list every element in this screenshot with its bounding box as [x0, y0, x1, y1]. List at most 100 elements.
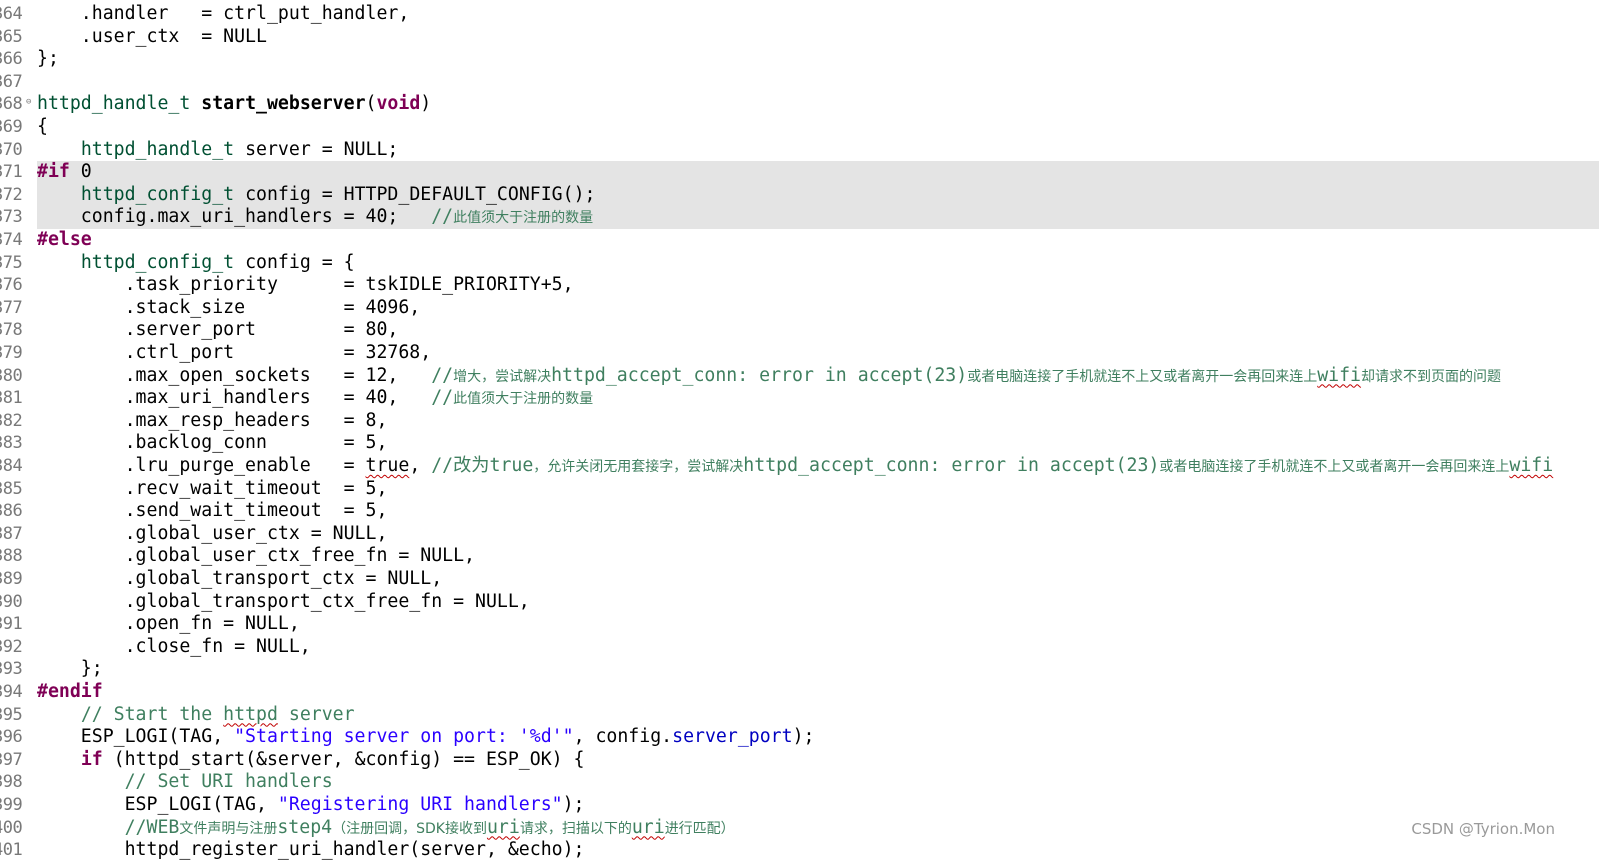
code-line[interactable]: 395 // Start the httpd server [0, 704, 1599, 727]
code-line[interactable]: 394 #endif [0, 681, 1599, 704]
line-number: 365 [0, 26, 23, 47]
code-token: .task_priority = tskIDLE_PRIORITY+5, [37, 274, 574, 296]
code-line[interactable]: 396 ESP_LOGI(TAG, "Starting server on po… [0, 726, 1599, 749]
line-number: 379 [0, 343, 23, 363]
code-line[interactable]: 370 httpd_handle_t server = NULL; [0, 139, 1599, 162]
code-line[interactable]: 372 httpd_config_t config = HTTPD_DEFAUL… [0, 183, 1599, 207]
code-line[interactable]: 371 #if 0 [0, 161, 1599, 184]
code-text: // Start the httpd server [37, 704, 1599, 727]
code-token: }; [37, 658, 103, 680]
code-token: .global_user_ctx = NULL, [37, 522, 388, 544]
code-line[interactable]: 379 .ctrl_port = 32768, [0, 342, 1599, 365]
code-text: .max_resp_headers = 8, [37, 410, 1599, 433]
code-token: config = { [234, 251, 355, 273]
code-text: .backlog_conn = 5, [37, 432, 1599, 455]
code-token: .user_ctx = NULL [37, 25, 267, 47]
code-line[interactable]: 373 config.max_uri_handlers = 40; //此值须大… [0, 206, 1599, 229]
code-line[interactable]: 365 .user_ctx = NULL [0, 26, 1599, 49]
code-line[interactable]: 364 .handler = ctrl_put_handler, [0, 3, 1599, 26]
line-number: 394 [0, 682, 23, 702]
code-text: .close_fn = NULL, [37, 636, 1599, 659]
code-token: 此值须大于注册的数量 [453, 210, 594, 227]
code-token: httpd [223, 703, 278, 725]
code-text: httpd_config_t config = { [37, 252, 1599, 275]
code-token: 0 [69, 161, 92, 183]
code-line[interactable]: 374 #else [0, 229, 1599, 252]
code-token: 请求，扫描以下的 [519, 820, 632, 837]
code-line[interactable]: 393 }; [0, 658, 1599, 681]
fold-toggle-icon[interactable]: ⊖ [26, 91, 31, 114]
code-line[interactable]: 386 .send_wait_timeout = 5, [0, 500, 1599, 523]
code-line[interactable]: 399 ESP_LOGI(TAG, "Registering URI handl… [0, 794, 1599, 817]
code-line[interactable]: 381 .max_uri_handlers = 40, //此值须大于注册的数量 [0, 387, 1599, 410]
line-number: 395 [0, 704, 23, 725]
code-token: config = HTTPD_DEFAULT_CONFIG(); [234, 183, 596, 205]
code-token: .max_uri_handlers = 40, [37, 387, 432, 409]
code-text: ESP_LOGI(TAG, "Starting server on port: … [37, 726, 1599, 749]
code-token: 或者电脑连接了手机就连不上又或者离开一会再回来连上 [967, 368, 1318, 385]
line-number: 366 [0, 49, 23, 70]
code-line[interactable]: 401 httpd_register_uri_handler(server, &… [0, 839, 1599, 862]
line-number: 387 [0, 523, 23, 544]
line-number: 393 [0, 659, 23, 680]
code-token: start_webserver [201, 93, 366, 115]
code-token: // Set URI handlers [124, 771, 333, 793]
code-line[interactable]: 378 .server_port = 80, [0, 319, 1599, 342]
code-token: ，允许关闭无用套接字，尝试解决 [533, 459, 744, 475]
code-line[interactable]: 388 .global_user_ctx_free_fn = NULL, [0, 545, 1599, 568]
line-number: 373 [0, 207, 23, 228]
line-number: 390 [0, 591, 23, 612]
code-token: .open_fn = NULL, [37, 613, 300, 635]
code-line[interactable]: 392 .close_fn = NULL, [0, 636, 1599, 659]
code-token: .backlog_conn = 5, [37, 432, 388, 454]
code-line[interactable]: 366}; [0, 48, 1599, 71]
code-token: // [431, 206, 454, 228]
code-token: httpd_accept_conn: error in accept(23) [743, 455, 1160, 476]
code-token: httpd_handle_t [80, 138, 235, 160]
code-text: #endif [37, 681, 1599, 704]
line-number: 399 [0, 795, 23, 815]
code-line[interactable]: 376 .task_priority = tskIDLE_PRIORITY+5, [0, 274, 1599, 297]
code-text: // Set URI handlers [37, 771, 1599, 794]
code-line[interactable]: 390 .global_transport_ctx_free_fn = NULL… [0, 591, 1599, 614]
code-token: httpd_config_t [80, 183, 235, 205]
code-editor[interactable]: 364 .handler = ctrl_put_handler,365 .use… [0, 0, 1599, 864]
code-line[interactable]: 397 if (httpd_start(&server, &config) ==… [0, 749, 1599, 772]
code-line[interactable]: 387 .global_user_ctx = NULL, [0, 523, 1599, 546]
code-line[interactable]: 368⊖httpd_handle_t start_webserver(void) [0, 93, 1599, 116]
code-line[interactable]: 389 .global_transport_ctx = NULL, [0, 568, 1599, 591]
code-line[interactable]: 369 { [0, 116, 1599, 139]
code-line[interactable]: 398 // Set URI handlers [0, 771, 1599, 794]
code-text: httpd_register_uri_handler(server, &echo… [37, 839, 1599, 862]
code-text: .task_priority = tskIDLE_PRIORITY+5, [37, 274, 1599, 297]
code-token: 接收到 [444, 820, 487, 837]
code-line[interactable]: 382 .max_resp_headers = 8, [0, 410, 1599, 433]
code-token: .ctrl_port = 32768, [37, 342, 432, 363]
code-line[interactable]: 383 .backlog_conn = 5, [0, 432, 1599, 455]
line-number: 388 [0, 546, 23, 567]
code-text: .open_fn = NULL, [37, 613, 1599, 636]
code-token: httpd_config_t [80, 251, 235, 273]
code-token: , config. [573, 726, 673, 748]
code-line[interactable]: 375 httpd_config_t config = { [0, 252, 1599, 275]
code-token: .max_open_sockets = 12, [37, 364, 432, 386]
code-token: .global_transport_ctx_free_fn = NULL, [37, 590, 530, 612]
code-line[interactable]: 391 .open_fn = NULL, [0, 613, 1599, 636]
line-number: 372 [0, 184, 23, 205]
code-line[interactable]: 380 .max_open_sockets = 12, //增大，尝试解决htt… [0, 365, 1599, 388]
code-line[interactable]: 385 .recv_wait_timeout = 5, [0, 478, 1599, 501]
line-number: 377 [0, 297, 23, 318]
code-token: "Starting server on port: '%d'" [234, 726, 574, 748]
line-number: 400 [0, 817, 23, 838]
code-line[interactable]: 377 .stack_size = 4096, [0, 297, 1599, 320]
code-token: .close_fn = NULL, [37, 635, 311, 657]
code-line[interactable]: 384 .lru_purge_enable = true, //改为true，允… [0, 455, 1599, 478]
code-token: 或者电脑连接了手机就连不上又或者离开一会再回来连上 [1159, 459, 1510, 475]
code-line[interactable]: 367 [0, 71, 1599, 94]
code-token: #else [37, 229, 92, 250]
code-token: SDK [416, 820, 445, 837]
code-line[interactable]: 400 //WEB文件声明与注册step4（注册回调，SDK接收到uri请求，扫… [0, 817, 1599, 840]
line-number: 401 [0, 840, 23, 861]
